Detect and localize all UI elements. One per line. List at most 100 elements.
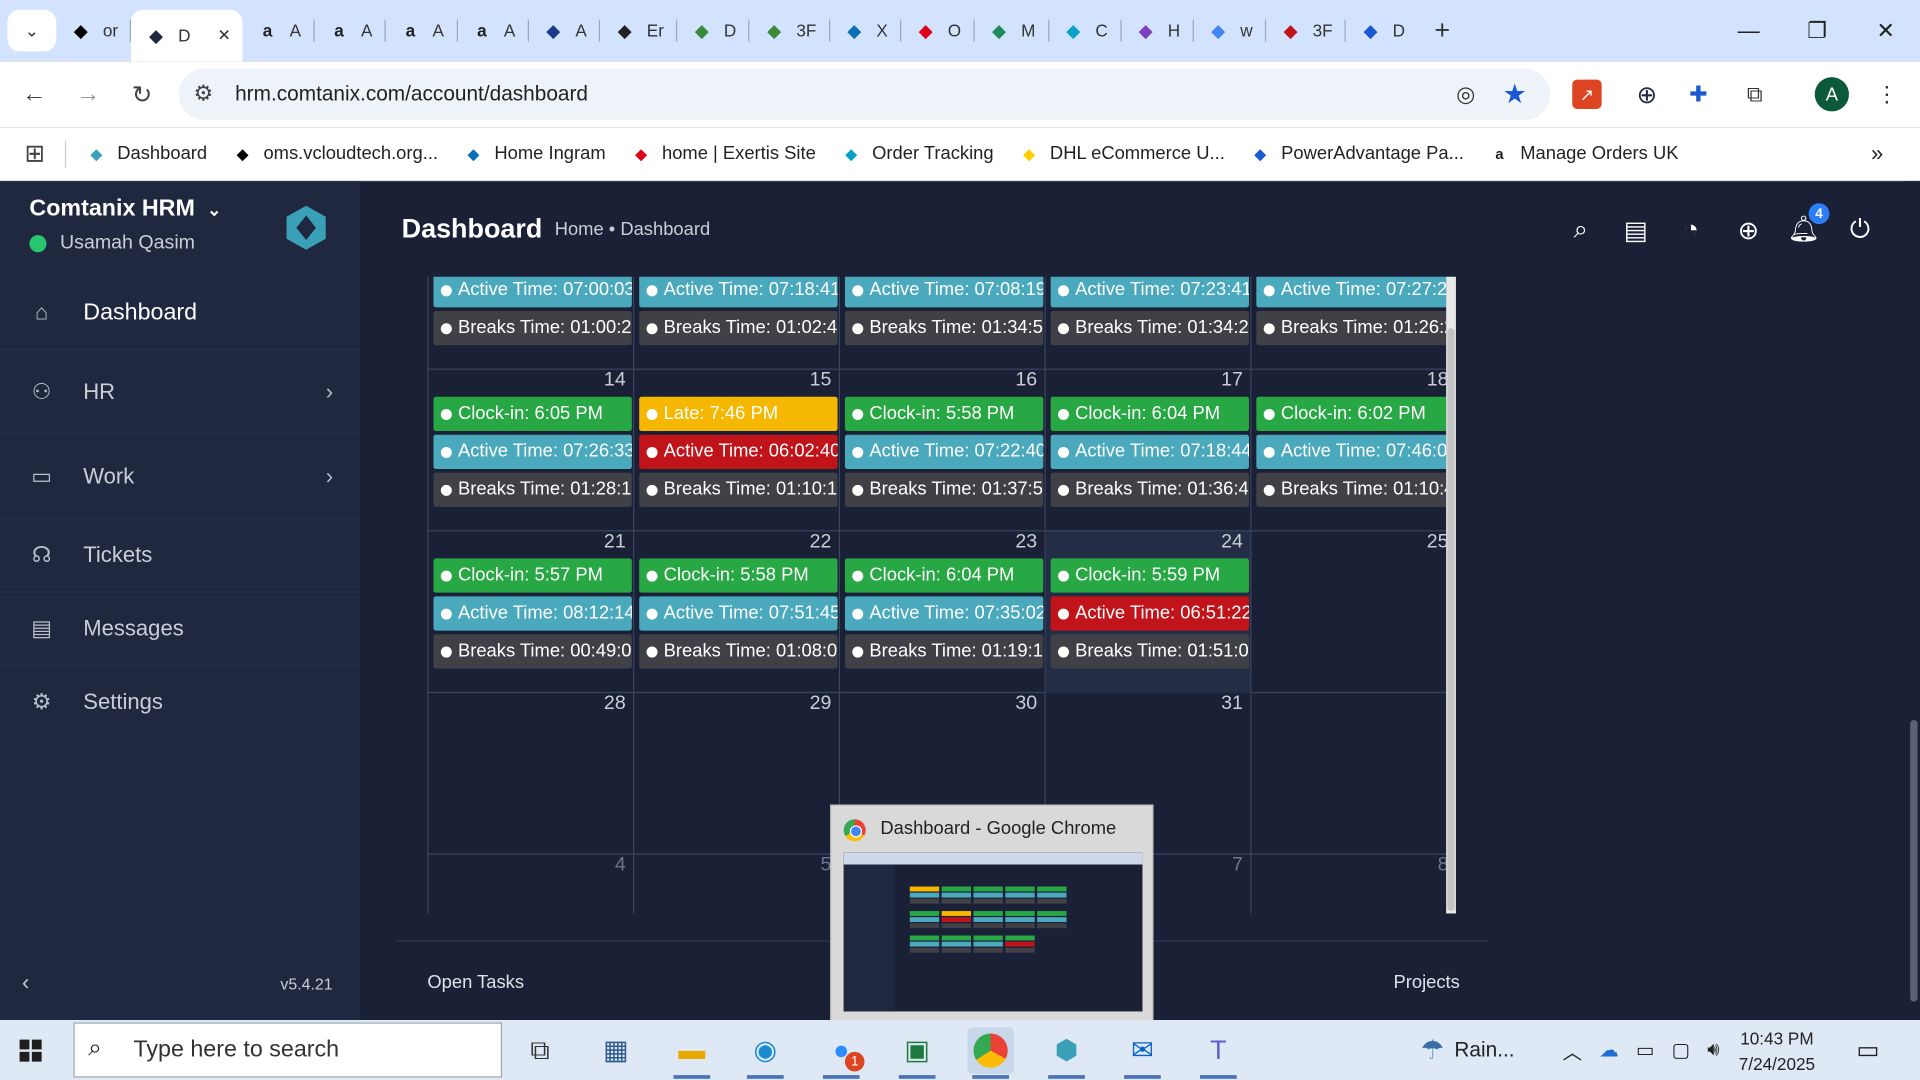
browser-tab[interactable]: ◆ O bbox=[901, 9, 973, 53]
task-view-icon[interactable]: ⧉ bbox=[517, 1027, 564, 1074]
attendance-event[interactable]: Active Time: 07:18:41 bbox=[639, 276, 838, 308]
browser-tab[interactable]: ◆ H bbox=[1121, 9, 1192, 53]
attendance-event[interactable]: Breaks Time: 01:37:57 bbox=[844, 472, 1044, 507]
notification-center-icon[interactable]: ▭ bbox=[1856, 1020, 1879, 1080]
attendance-event[interactable]: Breaks Time: 01:00:21 bbox=[433, 311, 632, 346]
browser-tab[interactable]: ◆ D ✕ bbox=[131, 9, 244, 62]
weather-widget[interactable]: ☂ Rain... bbox=[1420, 1020, 1514, 1080]
attendance-event[interactable]: Breaks Time: 01:19:13 bbox=[844, 634, 1044, 669]
attendance-event[interactable]: Clock-in: 5:57 PM bbox=[433, 558, 632, 593]
attendance-event[interactable]: Active Time: 07:26:33 bbox=[433, 434, 632, 469]
browser-tab[interactable]: aA bbox=[243, 9, 313, 53]
attendance-event[interactable]: Clock-in: 6:04 PM bbox=[1050, 396, 1249, 432]
attendance-event[interactable]: Clock-in: 5:59 PM bbox=[1050, 558, 1249, 593]
calendar-day-cell[interactable]: 23 Clock-in: 6:04 PM Active Time: 07:35:02… bbox=[840, 531, 1046, 694]
search-icon[interactable]: ⌕ bbox=[1564, 213, 1598, 247]
more-menu-icon[interactable]: ⋮ bbox=[1869, 76, 1906, 113]
calendar-day-cell[interactable]: 18 Clock-in: 6:02 PMActive Time: 07:46:01… bbox=[1251, 370, 1447, 532]
calendar-day-cell[interactable]: 5 bbox=[634, 854, 841, 914]
bookmark-item[interactable]: ◆ Dashboard bbox=[73, 143, 219, 165]
attendance-event[interactable]: Breaks Time: 01:34:26 bbox=[1050, 311, 1249, 346]
close-window-button[interactable]: ✕ bbox=[1851, 0, 1920, 61]
address-bar[interactable]: hrm.comtanix.com/account/dashboard bbox=[178, 68, 1551, 121]
calendar-day-cell[interactable]: 24 Clock-in: 5:59 PM Active Time: 06:51:22… bbox=[1045, 531, 1252, 694]
attendance-event[interactable]: Active Time: 07:35:02 bbox=[844, 596, 1044, 631]
puzzle-icon[interactable]: ⧉ bbox=[1736, 76, 1773, 113]
attendance-event[interactable]: Active Time: 07:27:22 bbox=[1256, 276, 1447, 308]
sidebar-item-settings[interactable]: ⚙ Settings bbox=[0, 666, 361, 740]
attendance-event[interactable]: Active Time: 06:51:22 bbox=[1050, 596, 1249, 631]
attendance-event[interactable]: Breaks Time: 01:28:16 bbox=[433, 472, 632, 507]
browser-tab[interactable]: ◆ A bbox=[529, 9, 599, 53]
browser-tab[interactable]: ◆ D bbox=[677, 9, 748, 53]
calendar-day-cell[interactable]: 8 bbox=[1251, 855, 1446, 914]
calendar-day-cell[interactable]: 21 Clock-in: 5:57 PM Active Time: 08:12:14… bbox=[429, 531, 635, 694]
calendar-day-cell[interactable]: 29 bbox=[634, 693, 841, 855]
back-button[interactable]: ← bbox=[7, 67, 61, 121]
calendar-day-cell[interactable]: 7Late: 6:33 PMActive Time: 07:00:03Break… bbox=[429, 276, 635, 370]
network-icon[interactable]: ▢ bbox=[1672, 1038, 1691, 1062]
calendar-day-cell[interactable]: 9Clock-in: 6:00 PMActive Time: 07:08:19B… bbox=[840, 276, 1046, 370]
edge-icon[interactable]: ◉ bbox=[742, 1027, 789, 1079]
more-bookmarks-icon[interactable]: » bbox=[1859, 141, 1896, 167]
calendar-day-cell[interactable]: 10Clock-in: 6:03 PMActive Time: 07:23:41… bbox=[1046, 276, 1252, 370]
notes-icon[interactable]: ▤ bbox=[1619, 213, 1653, 247]
attendance-event[interactable]: Breaks Time: 01:02:41 bbox=[639, 311, 838, 346]
bookmark-item[interactable]: ◆ home | Exertis Site bbox=[618, 143, 828, 165]
restore-button[interactable]: ❐ bbox=[1783, 0, 1852, 61]
attendance-event[interactable]: Clock-in: 6:04 PM bbox=[844, 558, 1044, 593]
breadcrumb[interactable]: Home • Dashboard bbox=[555, 219, 710, 240]
battery-icon[interactable]: ▭ bbox=[1636, 1038, 1655, 1062]
attendance-event[interactable]: Active Time: 07:51:45 bbox=[639, 596, 838, 631]
browser-tab[interactable]: aA bbox=[314, 9, 384, 53]
attendance-event[interactable]: Active Time: 06:02:40 bbox=[639, 434, 838, 469]
browser-tab[interactable]: ◆ D bbox=[1346, 9, 1417, 53]
browser-tab[interactable]: ◆ M bbox=[975, 9, 1048, 53]
browser-tab[interactable]: ◆ w bbox=[1194, 9, 1265, 53]
attendance-event[interactable]: Breaks Time: 01:26:22 bbox=[1256, 311, 1447, 346]
calendar-day-cell[interactable] bbox=[1251, 693, 1446, 855]
calendar-day-cell[interactable]: 22 Clock-in: 5:58 PM Active Time: 07:51:45… bbox=[634, 531, 841, 694]
attendance-event[interactable]: Clock-in: 6:02 PM bbox=[1256, 396, 1447, 432]
attendance-event[interactable]: Active Time: 07:08:19 bbox=[844, 276, 1044, 308]
attendance-event[interactable]: Active Time: 07:23:41 bbox=[1050, 276, 1249, 308]
new-tab-button[interactable]: + bbox=[1417, 9, 1467, 53]
browser-tab[interactable]: ◆ 3F bbox=[1266, 9, 1345, 53]
browser-tab[interactable]: ◆ Er bbox=[600, 9, 676, 53]
bookmark-item[interactable]: ◆ DHL eCommerce U... bbox=[1006, 143, 1237, 165]
brand-name[interactable]: Comtanix HRM ⌄ bbox=[29, 196, 221, 223]
attendance-event[interactable]: Clock-in: 5:58 PM bbox=[844, 396, 1044, 432]
calendar-scroll-thumb[interactable] bbox=[1447, 328, 1455, 912]
attendance-event[interactable]: Breaks Time: 01:34:56 bbox=[844, 311, 1044, 346]
sidebar-item-messages[interactable]: ▤ Messages bbox=[0, 593, 361, 667]
page-scroll-thumb[interactable] bbox=[1910, 720, 1918, 1002]
calendar-day-cell[interactable]: 16 Clock-in: 5:58 PM Active Time: 07:22:40… bbox=[840, 369, 1046, 532]
attendance-event[interactable]: Breaks Time: 01:08:02 bbox=[639, 634, 838, 669]
vpn-uk-extension-icon[interactable]: ⊕ bbox=[1629, 76, 1666, 113]
apps-grid-icon[interactable]: ⊞ bbox=[0, 138, 57, 169]
calendar-day-cell[interactable]: 8Clock-in: 6:01 PMActive Time: 07:18:41B… bbox=[634, 276, 841, 370]
attendance-event[interactable]: Breaks Time: 01:10:41 bbox=[1256, 472, 1447, 507]
chrome-taskbar-icon[interactable] bbox=[967, 1027, 1014, 1079]
attendance-event[interactable]: Active Time: 07:18:44 bbox=[1050, 434, 1249, 469]
attendance-event[interactable]: Active Time: 07:22:40 bbox=[844, 434, 1044, 469]
close-tab-icon[interactable]: ✕ bbox=[217, 26, 230, 46]
browser-tab[interactable]: ◆ or bbox=[56, 9, 130, 53]
bookmark-item[interactable]: ◆ PowerAdvantage Pa... bbox=[1237, 143, 1476, 165]
add-circle-icon[interactable]: ⊕ bbox=[1731, 213, 1765, 247]
attendance-event[interactable]: Active Time: 07:46:01 bbox=[1256, 434, 1447, 469]
browser-tab[interactable]: aA bbox=[386, 9, 456, 53]
sidebar-item-hr[interactable]: ⚇ HR › bbox=[0, 350, 361, 435]
windows-start-icon[interactable] bbox=[12, 1032, 49, 1069]
browser-tab[interactable]: aA bbox=[457, 9, 527, 53]
extension-icon[interactable]: ✚ bbox=[1680, 76, 1717, 113]
attendance-event[interactable]: Breaks Time: 01:36:41 bbox=[1050, 472, 1249, 507]
calendar-day-cell[interactable]: 17 Clock-in: 6:04 PM Active Time: 07:18:44… bbox=[1046, 369, 1252, 532]
collapse-sidebar-icon[interactable]: ‹ bbox=[22, 970, 29, 996]
attendance-event[interactable]: Breaks Time: 00:49:08 bbox=[433, 634, 632, 669]
minimize-button[interactable]: — bbox=[1714, 0, 1783, 61]
bookmark-item[interactable]: ◆ Order Tracking bbox=[828, 143, 1006, 165]
pdf-extension-icon[interactable]: ↗ bbox=[1572, 79, 1602, 109]
site-settings-icon[interactable]: ⚙ bbox=[193, 81, 213, 107]
calendar-day-cell[interactable]: 15 Late: 7:46 PM Active Time: 06:02:40 Brea… bbox=[634, 369, 841, 532]
